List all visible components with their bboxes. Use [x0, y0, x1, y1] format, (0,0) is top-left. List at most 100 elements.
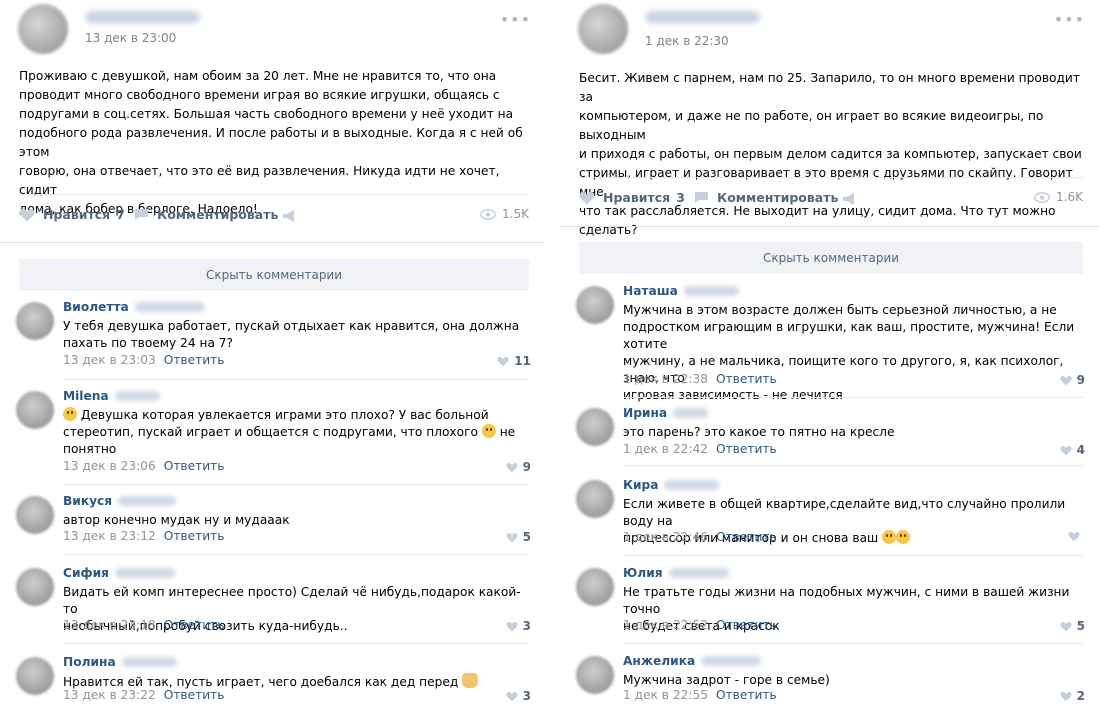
commenter-avatar[interactable]: [16, 657, 54, 695]
author-name-blurred[interactable]: [645, 11, 760, 23]
comment-date[interactable]: 1 дек в 22:42: [623, 442, 708, 456]
commenter-name-row: Наташа: [623, 284, 739, 298]
commenter-name[interactable]: Кира: [623, 478, 658, 492]
comment-like-button[interactable]: 3: [506, 689, 531, 703]
reply-link[interactable]: Ответить: [716, 618, 777, 632]
comment-like-button[interactable]: [1068, 531, 1085, 542]
commenter-avatar[interactable]: [576, 568, 614, 606]
post-text: Бесит. Живем с парнем, нам по 25. Запари…: [579, 71, 1082, 237]
post-date[interactable]: 13 дек в 23:00: [85, 31, 176, 45]
comment-text: У тебя девушка работает, пускай отдыхает…: [63, 319, 520, 350]
comment-date[interactable]: 1 дек в 22:55: [623, 688, 708, 702]
commenter-name[interactable]: Полина: [63, 655, 116, 669]
author-avatar[interactable]: [18, 4, 68, 54]
comment-date[interactable]: 13 дек в 23:03: [63, 353, 156, 367]
share-icon[interactable]: [842, 192, 858, 206]
commenter-avatar[interactable]: [16, 391, 54, 429]
comment-divider: [63, 554, 529, 555]
comment-date[interactable]: 13 дек в 23:12: [63, 529, 156, 543]
commenter-name-row: Виолетта: [63, 300, 205, 314]
commenter-name-row: Кира: [623, 478, 720, 492]
comment-item: Полина Нравится ей так, пусть играет, че…: [0, 653, 545, 723]
comment-like-button[interactable]: 2: [1060, 689, 1085, 703]
reply-link[interactable]: Ответить: [164, 353, 225, 367]
heart-icon: [1060, 375, 1072, 385]
comment-divider: [63, 484, 529, 485]
comment-item: Викуся автор конечно мудак ну и мудааак …: [0, 492, 545, 555]
commenter-surname-blurred: [701, 656, 762, 666]
comment-like-button[interactable]: 3: [506, 619, 531, 633]
commenter-avatar[interactable]: [576, 286, 614, 324]
reply-link[interactable]: Ответить: [716, 442, 777, 456]
comment-like-button[interactable]: 11: [497, 354, 531, 368]
commenter-name[interactable]: Ирина: [623, 406, 667, 420]
comment-date[interactable]: 1 дек в 22:38: [623, 372, 708, 386]
reply-link[interactable]: Ответить: [716, 372, 777, 386]
emoji-icon: [63, 407, 77, 421]
comment-divider: [623, 643, 1083, 644]
reply-link[interactable]: Ответить: [164, 459, 225, 473]
commenter-avatar[interactable]: [576, 408, 614, 446]
comment-button[interactable]: Комментировать: [694, 190, 838, 205]
commenter-avatar[interactable]: [16, 568, 54, 606]
commenter-name[interactable]: Викуся: [63, 494, 112, 508]
commenter-name[interactable]: Milena: [63, 389, 109, 403]
commenter-name-row: Сифия: [63, 566, 175, 580]
comment-meta: 1 дек в 22:42 Ответить: [623, 442, 777, 456]
hide-comments-button[interactable]: Скрыть комментарии: [19, 259, 529, 291]
comment-divider: [623, 465, 1083, 466]
comment-date[interactable]: 13 дек в 23:22: [63, 688, 156, 702]
reply-link[interactable]: Ответить: [164, 618, 225, 632]
comment-like-button[interactable]: 4: [1060, 443, 1085, 457]
post-left: 13 дек в 23:00 ••• Проживаю с девушкой, …: [0, 0, 545, 726]
commenter-name-row: Ирина: [623, 406, 709, 420]
commenter-surname-blurred: [668, 568, 729, 578]
author-name-blurred[interactable]: [85, 11, 200, 23]
post-date[interactable]: 1 дек в 22:30: [645, 34, 729, 48]
comment-like-count: 5: [1076, 619, 1085, 633]
comment-meta: 13 дек в 23:18 Ответить: [63, 618, 224, 632]
commenter-name-row: Полина: [63, 655, 177, 669]
commenter-avatar[interactable]: [16, 496, 54, 534]
comment-like-button[interactable]: 5: [1060, 619, 1085, 633]
comment-date[interactable]: 1 дек в 22:46: [623, 530, 708, 544]
reply-link[interactable]: Ответить: [164, 529, 225, 543]
comment-date[interactable]: 1 дек в 22:52: [623, 618, 708, 632]
commenter-avatar[interactable]: [576, 656, 614, 694]
comment-like-button[interactable]: 5: [506, 530, 531, 544]
share-icon[interactable]: [282, 209, 298, 223]
comment-button[interactable]: Комментировать: [134, 207, 278, 222]
comment-icon: [135, 209, 148, 220]
commenter-surname-blurred: [683, 286, 739, 296]
comment-like-button[interactable]: 9: [1060, 373, 1085, 387]
more-icon[interactable]: •••: [500, 10, 531, 29]
more-icon[interactable]: •••: [1054, 10, 1085, 29]
like-button[interactable]: Нравится 3: [579, 190, 685, 205]
hide-comments-button[interactable]: Скрыть комментарии: [579, 242, 1083, 274]
comment-meta: 13 дек в 23:06 Ответить: [63, 459, 224, 473]
like-count: 3: [676, 190, 685, 205]
commenter-surname-blurred: [134, 302, 205, 312]
post-right: 1 дек в 22:30 ••• Бесит. Живем с парнем,…: [560, 0, 1099, 726]
heart-icon: [497, 356, 509, 366]
reply-link[interactable]: Ответить: [164, 688, 225, 702]
author-avatar[interactable]: [578, 4, 628, 54]
commenter-name[interactable]: Юлия: [623, 566, 663, 580]
post-header: 13 дек в 23:00 •••: [0, 0, 545, 60]
heart-icon: [1068, 532, 1080, 542]
comment-date[interactable]: 13 дек в 23:18: [63, 618, 156, 632]
comment-label: Комментировать: [717, 190, 839, 205]
commenter-avatar[interactable]: [576, 480, 614, 518]
reply-link[interactable]: Ответить: [716, 530, 777, 544]
like-button[interactable]: Нравится 7: [19, 207, 125, 222]
commenter-name[interactable]: Виолетта: [63, 300, 129, 314]
comment-date[interactable]: 13 дек в 23:06: [63, 459, 156, 473]
comment-like-button[interactable]: 9: [506, 460, 531, 474]
commenter-name[interactable]: Наташа: [623, 284, 678, 298]
commenter-name[interactable]: Анжелика: [623, 654, 695, 668]
commenter-name[interactable]: Сифия: [63, 566, 109, 580]
commenter-avatar[interactable]: [16, 302, 54, 340]
comment-meta: 1 дек в 22:52 Ответить: [623, 618, 777, 632]
reply-link[interactable]: Ответить: [716, 688, 777, 702]
heart-icon: [506, 691, 518, 701]
